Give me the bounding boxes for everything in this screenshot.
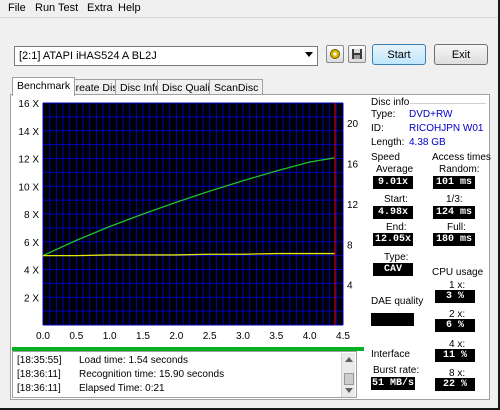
dae-quality-value [371,313,414,326]
x-tick-label: 0.5 [69,331,83,342]
log-text: Elapsed Time: 0:21 [79,383,165,394]
y-tick-label: 12 X [18,155,39,166]
log-entry: [18:35:55] Load time: 1.54 seconds [17,355,188,366]
disc-info-heading: Disc info [371,97,410,108]
access-times-heading: Access times [432,152,491,163]
speed-end-label: End: [386,222,407,233]
exit-button[interactable]: Exit [434,44,488,65]
disc-length-label: Length: [371,137,405,148]
y-tick-label: 6 X [24,238,39,249]
drive-settings-button[interactable] [326,45,344,63]
y-tick-label: 4 X [24,266,39,277]
speed-heading: Speed [371,152,400,163]
access-third-value: 124 ms [433,206,475,219]
speed-type-value: CAV [373,263,413,276]
burst-rate-label: Burst rate: [373,365,420,376]
tab-scandisc[interactable]: ScanDisc [209,79,264,95]
disc-id-value: RICOHJPN W01 [409,123,484,134]
disc-length-value: 4.38 GB [409,137,446,148]
x-tick-label: 0.0 [36,331,50,342]
x-tick-label: 3.0 [236,331,250,342]
scroll-down-icon[interactable] [345,388,353,393]
dae-quality-heading: DAE quality [371,296,424,307]
x-tick-label: 3.5 [269,331,283,342]
scroll-thumb[interactable] [344,373,354,385]
log-time: [18:35:55] [17,355,62,366]
speed-start-label: Start: [384,194,408,205]
y-tick-label: 2 X [24,293,39,304]
chevron-down-icon[interactable] [305,52,313,57]
y2-tick-label: 16 [347,160,359,171]
drive-select[interactable]: [2:1] ATAPI iHAS524 A BL2J [14,46,318,66]
y-tick-label: 8 X [24,210,39,221]
drive-select-value: [2:1] ATAPI iHAS524 A BL2J [19,50,157,62]
access-third-label: 1/3: [446,194,463,205]
floppy-disk-icon [352,49,362,59]
cpu-4x-value: 11 % [435,349,475,362]
menu-run-test[interactable]: Run Test [35,2,78,14]
access-full-label: Full: [447,222,466,233]
access-random-label: Random: [439,164,480,175]
tab-benchmark[interactable]: Benchmark [12,77,76,96]
scroll-up-icon[interactable] [345,357,353,362]
y-tick-label: 16 X [18,99,39,110]
y2-tick-label: 8 [347,240,353,251]
x-tick-label: 4.0 [303,331,317,342]
x-tick-label: 2.0 [169,331,183,342]
save-button[interactable] [348,45,366,63]
interface-heading: Interface [371,349,410,360]
burst-rate-value: 51 MB/s [371,377,415,390]
log-time: [18:36:11] [17,369,61,380]
menu-extra[interactable]: Extra [87,2,113,14]
gear-icon [330,49,340,59]
disc-type-value: DVD+RW [409,109,453,120]
log-entry: [18:36:11] Elapsed Time: 0:21 [17,383,165,394]
cpu-8x-value: 22 % [435,378,475,391]
x-tick-label: 1.0 [103,331,117,342]
log-text: Recognition time: 15.90 seconds [79,369,225,380]
app-window: File Run Test Extra Help [2:1] ATAPI iHA… [0,0,500,410]
access-random-value: 101 ms [433,176,475,189]
cpu-usage-heading: CPU usage [432,267,484,278]
log-time: [18:36:11] [17,383,61,394]
cpu-2x-value: 6 % [435,319,475,332]
speed-average-value: 9.01x [373,176,413,189]
x-tick-label: 1.5 [136,331,150,342]
speed-start-value: 4.98x [373,206,413,219]
disc-type-label: Type: [371,109,396,120]
disc-id-label: ID: [371,123,384,134]
benchmark-chart: 0.0 0.5 1.0 1.5 2.0 2.5 3.0 3.5 4.0 4.5 2 X 4 X 6 X 8… [18,99,359,342]
menu-bar: File Run Test Extra Help [0,0,498,18]
y-tick-label: 14 X [18,127,39,138]
access-full-value: 180 ms [433,233,475,246]
y2-tick-label: 4 [347,281,353,292]
log-list: [18:35:55] Load time: 1.54 seconds [18:36… [12,351,357,398]
menu-file[interactable]: File [8,2,26,14]
y-tick-label: 10 X [18,182,39,193]
speed-end-value: 12.05x [373,233,413,246]
log-scrollbar[interactable] [341,353,355,397]
log-entry: [18:36:11] Recognition time: 15.90 second… [17,369,224,380]
y2-tick-label: 20 [347,119,359,130]
start-button[interactable]: Start [372,44,426,65]
x-tick-label: 4.5 [336,331,350,342]
menu-help[interactable]: Help [118,2,141,14]
speed-average-label: Average [376,164,414,175]
speed-type-label: Type: [384,252,409,263]
log-text: Load time: 1.54 seconds [79,355,188,366]
divider [410,103,486,104]
cpu-1x-value: 3 % [435,290,475,303]
x-tick-label: 2.5 [203,331,217,342]
y2-tick-label: 12 [347,200,359,211]
